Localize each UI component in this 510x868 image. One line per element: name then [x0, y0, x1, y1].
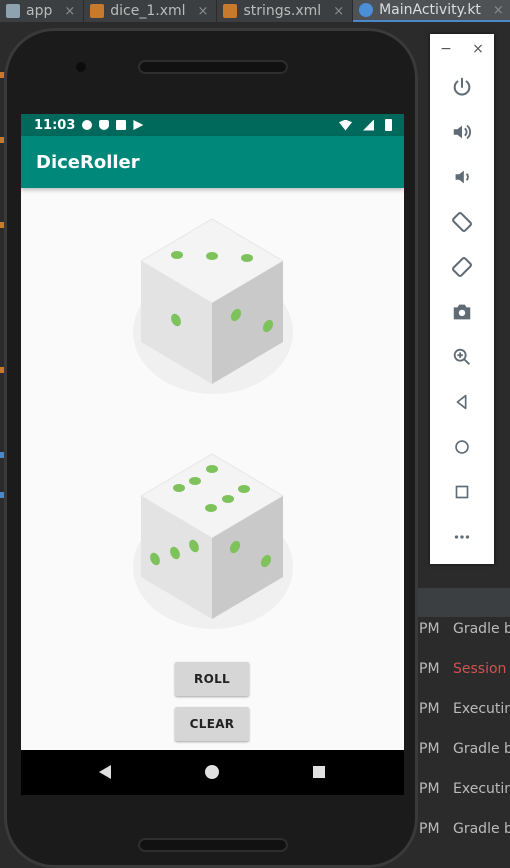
nav-home-icon[interactable]	[204, 764, 220, 780]
navigation-bar	[21, 750, 404, 795]
back-button[interactable]	[430, 379, 494, 424]
xml-file-icon	[223, 4, 238, 18]
close-icon[interactable]: ×	[493, 3, 504, 18]
close-icon[interactable]: ×	[198, 4, 209, 19]
signal-icon	[363, 119, 374, 131]
dice-image-1	[133, 218, 293, 394]
camera-icon	[453, 304, 471, 319]
settings-icon	[82, 120, 93, 130]
volume-down-button[interactable]	[430, 154, 494, 199]
rotate-left-button[interactable]	[430, 199, 494, 244]
app-bar: DiceRoller	[21, 136, 404, 188]
run-log-panel: PMGradle b PMSession ' PMExecuting PMGra…	[405, 588, 510, 859]
play-store-icon	[133, 120, 144, 130]
tab-app[interactable]: app ×	[0, 0, 85, 22]
rotate-left-icon	[452, 211, 472, 232]
close-button[interactable]: ×	[472, 41, 484, 57]
shield-icon	[99, 120, 110, 130]
log-row[interactable]: PM Gradle b	[419, 821, 510, 837]
roll-button[interactable]: ROLL	[175, 662, 249, 696]
tab-mainactivity[interactable]: MainActivity.kt ×	[353, 0, 510, 22]
more-icon	[454, 534, 470, 539]
status-bar: 11:03	[21, 114, 404, 136]
tab-strings-xml[interactable]: strings.xml ×	[217, 0, 354, 22]
screenshot-button[interactable]	[430, 289, 494, 334]
back-icon	[456, 394, 467, 409]
power-icon	[453, 77, 471, 95]
volume-up-button[interactable]	[430, 109, 494, 154]
device-screen: 11:03 DiceRoller ROLL CLEAR	[21, 114, 404, 795]
app-icon	[6, 4, 20, 18]
overview-icon	[455, 485, 469, 498]
emulator-controls: − ×	[430, 34, 494, 564]
rotate-right-button[interactable]	[430, 244, 494, 289]
tab-label: strings.xml	[243, 3, 322, 19]
tab-dice-xml[interactable]: dice_1.xml ×	[84, 0, 218, 22]
dice-image-2	[133, 453, 293, 629]
earpiece-speaker	[138, 60, 288, 74]
log-row[interactable]: PM Gradle b	[419, 621, 510, 637]
log-row[interactable]: PMExecuting	[419, 781, 510, 797]
sd-card-icon	[116, 120, 127, 130]
run-log-toolbar	[405, 589, 510, 617]
home-button[interactable]	[430, 424, 494, 469]
close-icon[interactable]: ×	[333, 4, 344, 19]
nav-overview-icon[interactable]	[311, 764, 327, 780]
app-title: DiceRoller	[36, 151, 140, 173]
clear-button[interactable]: CLEAR	[175, 707, 249, 741]
volume-down-icon	[455, 170, 469, 183]
tab-label: dice_1.xml	[110, 3, 186, 19]
close-icon[interactable]: ×	[64, 4, 75, 19]
zoom-icon	[453, 348, 470, 365]
battery-icon	[385, 119, 392, 131]
more-button[interactable]	[430, 514, 494, 559]
home-icon	[455, 439, 469, 454]
xml-file-icon	[90, 4, 105, 18]
volume-up-icon	[453, 124, 471, 139]
tab-label: MainActivity.kt	[379, 2, 481, 18]
minimize-button[interactable]: −	[440, 41, 452, 57]
status-time: 11:03	[34, 117, 76, 133]
log-row[interactable]: PMExecuting	[419, 701, 510, 717]
log-row[interactable]: PM Gradle b	[419, 741, 510, 757]
nav-back-icon[interactable]	[97, 764, 113, 780]
wifi-icon	[339, 119, 352, 131]
front-camera	[76, 62, 86, 72]
zoom-button[interactable]	[430, 334, 494, 379]
kotlin-file-icon	[359, 3, 374, 17]
bottom-speaker	[138, 838, 288, 852]
log-row[interactable]: PM Session '	[419, 661, 510, 677]
power-button[interactable]	[430, 64, 494, 109]
tab-label: app	[26, 3, 53, 19]
editor-tab-bar: app × dice_1.xml × strings.xml × MainAct…	[0, 0, 510, 22]
overview-button[interactable]	[430, 469, 494, 514]
rotate-right-icon	[452, 256, 472, 277]
